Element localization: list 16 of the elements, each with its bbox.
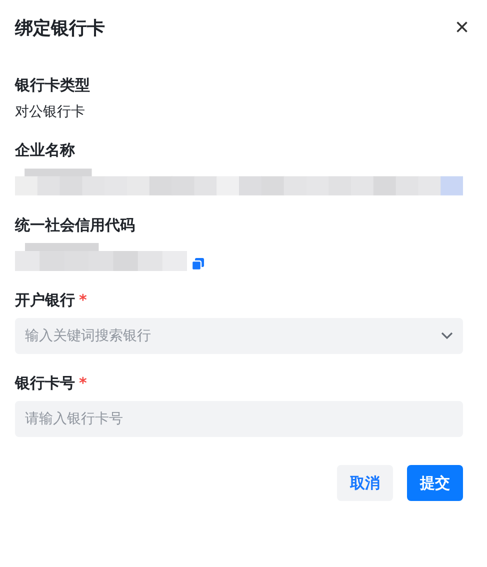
field-label: 银行卡号: [15, 374, 75, 393]
bank-select[interactable]: 输入关键词搜索银行: [15, 318, 463, 354]
field-label: 银行卡类型: [15, 76, 90, 95]
dialog-title: 绑定银行卡: [15, 17, 105, 40]
close-button[interactable]: ×: [454, 16, 469, 40]
required-mark: *: [79, 291, 87, 310]
field-label: 企业名称: [15, 141, 75, 160]
card-number-input[interactable]: 请输入银行卡号: [15, 401, 463, 437]
copy-icon[interactable]: [191, 257, 205, 271]
chevron-down-icon: [441, 332, 453, 340]
required-mark: *: [79, 374, 87, 393]
field-label: 开户银行: [15, 291, 75, 310]
field-value: 对公银行卡: [15, 103, 86, 121]
submit-button[interactable]: 提交: [407, 465, 463, 501]
field-label: 统一社会信用代码: [15, 216, 135, 235]
cancel-button[interactable]: 取消: [337, 465, 393, 501]
